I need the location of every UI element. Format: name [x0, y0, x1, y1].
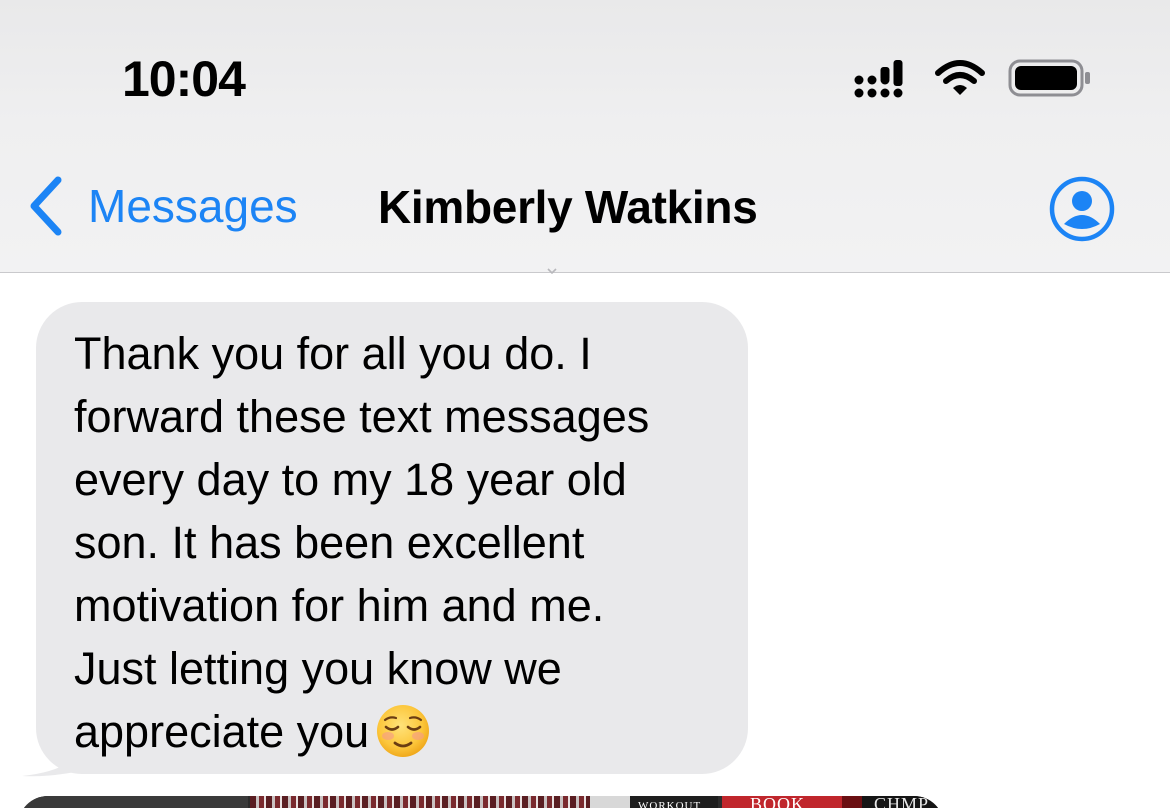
back-button-label: Messages	[88, 180, 298, 232]
image-label: BOOK	[750, 796, 806, 808]
image-label: CHMP	[874, 796, 930, 808]
image-label: WORKOUT	[638, 800, 702, 808]
person-circle-icon	[1049, 176, 1115, 242]
battery-icon	[1008, 59, 1090, 97]
message-bubble[interactable]: Thank you for all you do. I forward thes…	[22, 302, 752, 778]
message-text: Thank you for all you do. I forward thes…	[74, 322, 724, 763]
image-attachment-preview[interactable]: WORKOUT BOOK CHMP	[18, 796, 944, 808]
header: 10:04 Messages Kimberly Watkins	[0, 0, 1170, 273]
scroll-indicator	[547, 268, 557, 274]
messages-screen: 10:04 Messages Kimberly Watkins Thank yo…	[0, 0, 1170, 808]
status-time: 10:04	[122, 51, 246, 107]
status-icons	[854, 58, 1092, 98]
image-segment	[842, 796, 862, 808]
image-segment	[590, 796, 630, 808]
contact-info-button[interactable]	[1049, 176, 1115, 242]
relieved-face-emoji	[377, 705, 430, 757]
back-button[interactable]: Messages	[26, 176, 298, 236]
conversation-title: Kimberly Watkins	[378, 181, 758, 233]
wifi-icon	[935, 60, 985, 95]
chevron-left-icon	[30, 176, 62, 236]
image-segment	[250, 796, 590, 808]
cellular-signal-icon	[854, 60, 903, 98]
image-segment	[18, 796, 248, 808]
message-text-content: Thank you for all you do. I forward thes…	[74, 328, 650, 757]
